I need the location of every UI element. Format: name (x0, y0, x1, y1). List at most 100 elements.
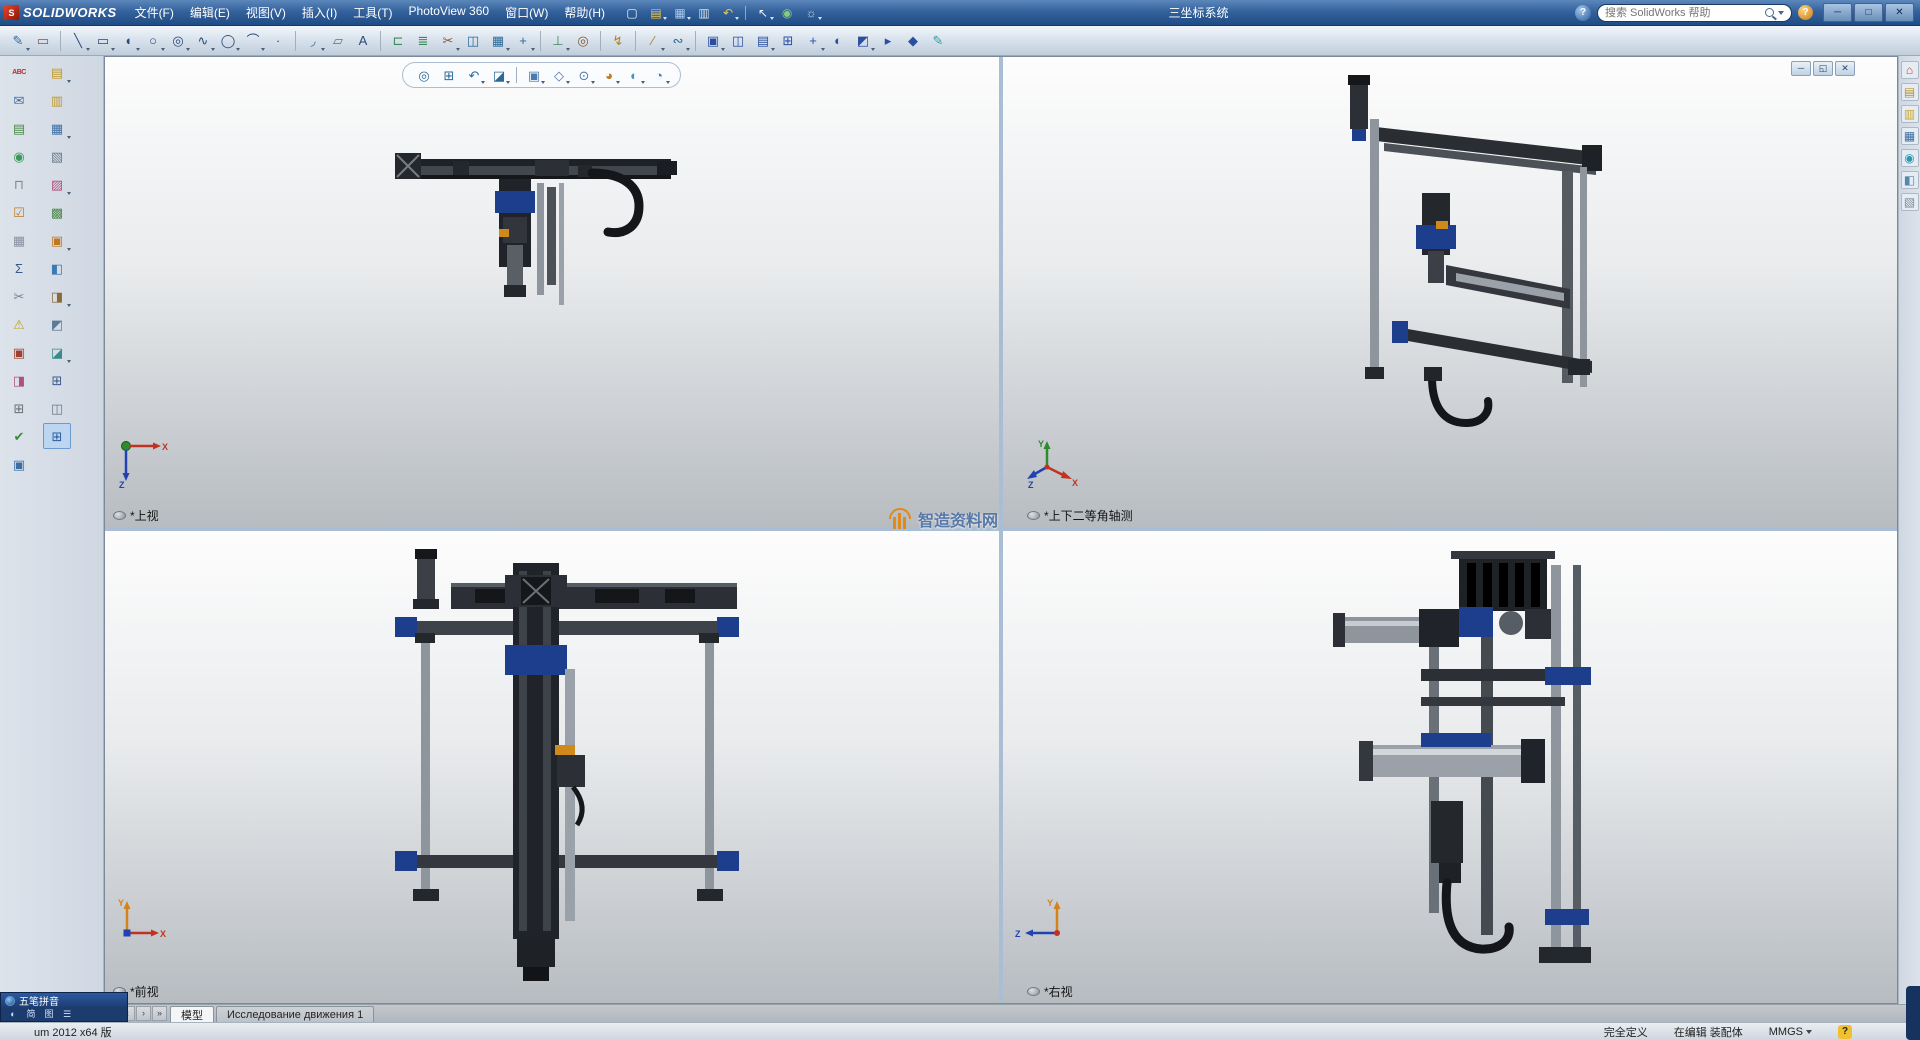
doc-minimize-button[interactable]: ─ (1791, 61, 1811, 76)
units-selector[interactable]: MMGS (1769, 1026, 1812, 1038)
screen-capture-icon[interactable]: ▤ (5, 115, 33, 141)
linear-component-pattern-icon[interactable]: ▤ (751, 29, 775, 53)
layers-icon[interactable]: ▧ (43, 143, 71, 169)
section-tool-icon[interactable]: ◫ (43, 395, 71, 421)
mirror-entities-icon[interactable]: ◫ (461, 29, 485, 53)
show-hidden-components-icon[interactable]: ◐ (826, 29, 850, 53)
help-badge-icon[interactable]: ? (1575, 5, 1591, 21)
apply-scene-icon[interactable]: ◐ (623, 64, 645, 86)
text-icon[interactable]: A (351, 29, 375, 53)
instant3d-icon[interactable]: ✎ (926, 29, 950, 53)
grid-icon[interactable]: ▦ (5, 227, 33, 253)
viewport-front-view[interactable]: Y X *前视 (105, 531, 999, 1003)
file-explorer-icon[interactable]: ▥ (1901, 105, 1919, 123)
menu-insert[interactable]: 插入(I) (294, 1, 345, 24)
move-component-icon[interactable]: + (801, 29, 825, 53)
model-right-view[interactable] (1333, 549, 1603, 999)
display-settings-icon[interactable]: ▣ (5, 451, 33, 477)
minimize-button[interactable]: ─ (1823, 3, 1852, 22)
help-icon[interactable]: ? (1798, 5, 1813, 20)
fillet-icon[interactable]: ◞ (301, 29, 325, 53)
rectangle-icon[interactable]: ▭ (91, 29, 115, 53)
view-orientation-icon[interactable]: ▣ (523, 64, 545, 86)
menu-edit[interactable]: 编辑(E) (182, 1, 238, 24)
perimeter-circle-icon[interactable]: ◎ (166, 29, 190, 53)
email-icon[interactable]: ✉ (5, 87, 33, 113)
close-button[interactable]: ✕ (1885, 3, 1914, 22)
eraser-icon[interactable]: ▭ (31, 29, 55, 53)
orientation-triad[interactable]: X Z (117, 437, 169, 489)
insert-components-icon[interactable]: ▣ (701, 29, 725, 53)
exploded-view-icon[interactable]: ◆ (901, 29, 925, 53)
ime-mode-icon[interactable]: ◐ (5, 1009, 21, 1021)
edit-appearance-icon[interactable]: ◕ (598, 64, 620, 86)
save-library-icon[interactable]: ▥ (43, 87, 71, 113)
arc-icon[interactable]: ⌒ (241, 29, 265, 53)
custom-properties-icon[interactable]: ▧ (1901, 193, 1919, 211)
select-icon[interactable]: ↖ (752, 3, 774, 22)
display-relations-icon[interactable]: ⊥ (546, 29, 570, 53)
design-binder-icon[interactable]: ▦ (43, 115, 71, 141)
reference-geometry-icon[interactable]: ∕ (641, 29, 665, 53)
linear-sketch-pattern-icon[interactable]: ▦ (486, 29, 510, 53)
model-isometric-view[interactable] (1338, 75, 1618, 465)
open-document-icon[interactable]: ▤ (645, 3, 667, 22)
orientation-triad[interactable]: Y Z (1015, 893, 1067, 945)
smart-fasteners-icon[interactable]: ⊞ (776, 29, 800, 53)
doc-close-button[interactable]: ✕ (1835, 61, 1855, 76)
move-entities-icon[interactable]: + (511, 29, 535, 53)
equations-icon[interactable]: Σ (5, 255, 33, 281)
point-icon[interactable]: ∙ (266, 29, 290, 53)
next-tab-button[interactable]: › (136, 1006, 151, 1021)
macro-icon[interactable]: ▣ (43, 227, 71, 253)
statusbar-help-icon[interactable]: ? (1838, 1025, 1852, 1039)
appearances-icon[interactable]: ◉ (1901, 149, 1919, 167)
repair-sketch-icon[interactable]: ◎ (571, 29, 595, 53)
scenes-icon[interactable]: ◧ (1901, 171, 1919, 189)
options-icon[interactable]: ☼ (800, 3, 822, 22)
save-icon[interactable]: ▦ (669, 3, 691, 22)
offset-entities-icon[interactable]: ≣ (411, 29, 435, 53)
sustainability-icon[interactable]: ◉ (5, 143, 33, 169)
paint-icon[interactable]: ◨ (5, 367, 33, 393)
menu-view[interactable]: 视图(V) (238, 1, 294, 24)
previous-view-icon[interactable]: ↶ (463, 64, 485, 86)
open-folder-icon[interactable]: ▤ (43, 59, 71, 85)
menu-tools[interactable]: 工具(T) (345, 1, 400, 24)
hide-show-items-icon[interactable]: ⊙ (573, 64, 595, 86)
menu-file[interactable]: 文件(F) (127, 1, 182, 24)
zoom-area-icon[interactable]: ⊞ (438, 64, 460, 86)
plane-icon[interactable]: ▱ (326, 29, 350, 53)
zoom-fit-icon[interactable]: ◎ (413, 64, 435, 86)
spellcheck-icon[interactable]: ABC (5, 59, 33, 85)
notes-icon[interactable]: ◩ (43, 311, 71, 337)
ime-simplified-icon[interactable]: 简 (23, 1009, 39, 1021)
block-icon[interactable]: ▣ (5, 339, 33, 365)
orientation-triad[interactable]: Y X (117, 893, 169, 945)
palette-icon[interactable]: ▨ (43, 171, 71, 197)
slot-icon[interactable]: ◖ (116, 29, 140, 53)
rapid-sketch-icon[interactable]: ↯ (606, 29, 630, 53)
tab-motion-study[interactable]: Исследование движения 1 (216, 1006, 374, 1022)
menu-photoview[interactable]: PhotoView 360 (401, 1, 498, 24)
viewport-splitter-horizontal[interactable] (105, 527, 1897, 531)
search-dropdown-caret-icon[interactable] (1778, 11, 1784, 15)
search-input[interactable] (1605, 7, 1761, 19)
menu-window[interactable]: 窗口(W) (497, 1, 556, 24)
model-front-view[interactable] (355, 549, 745, 989)
rebuild-icon[interactable]: ◉ (776, 3, 798, 22)
warning-icon[interactable]: ⚠ (5, 311, 33, 337)
mate-icon[interactable]: ◫ (726, 29, 750, 53)
circle-icon[interactable]: ○ (141, 29, 165, 53)
view-palette-icon[interactable]: ▦ (1901, 127, 1919, 145)
design-checker-icon[interactable]: ☑ (5, 199, 33, 225)
ime-symbol-icon[interactable]: 图 (41, 1009, 57, 1021)
undo-icon[interactable]: ↶ (717, 3, 739, 22)
four-view-icon[interactable]: ⊞ (43, 423, 71, 449)
design-library-icon[interactable]: ▤ (1901, 83, 1919, 101)
toolbox-icon[interactable]: ⊞ (5, 395, 33, 421)
texture-icon[interactable]: ▩ (43, 199, 71, 225)
spline-icon[interactable]: ∿ (191, 29, 215, 53)
design-table-icon[interactable]: ◨ (43, 283, 71, 309)
taskbar-peek[interactable] (1906, 986, 1920, 1040)
